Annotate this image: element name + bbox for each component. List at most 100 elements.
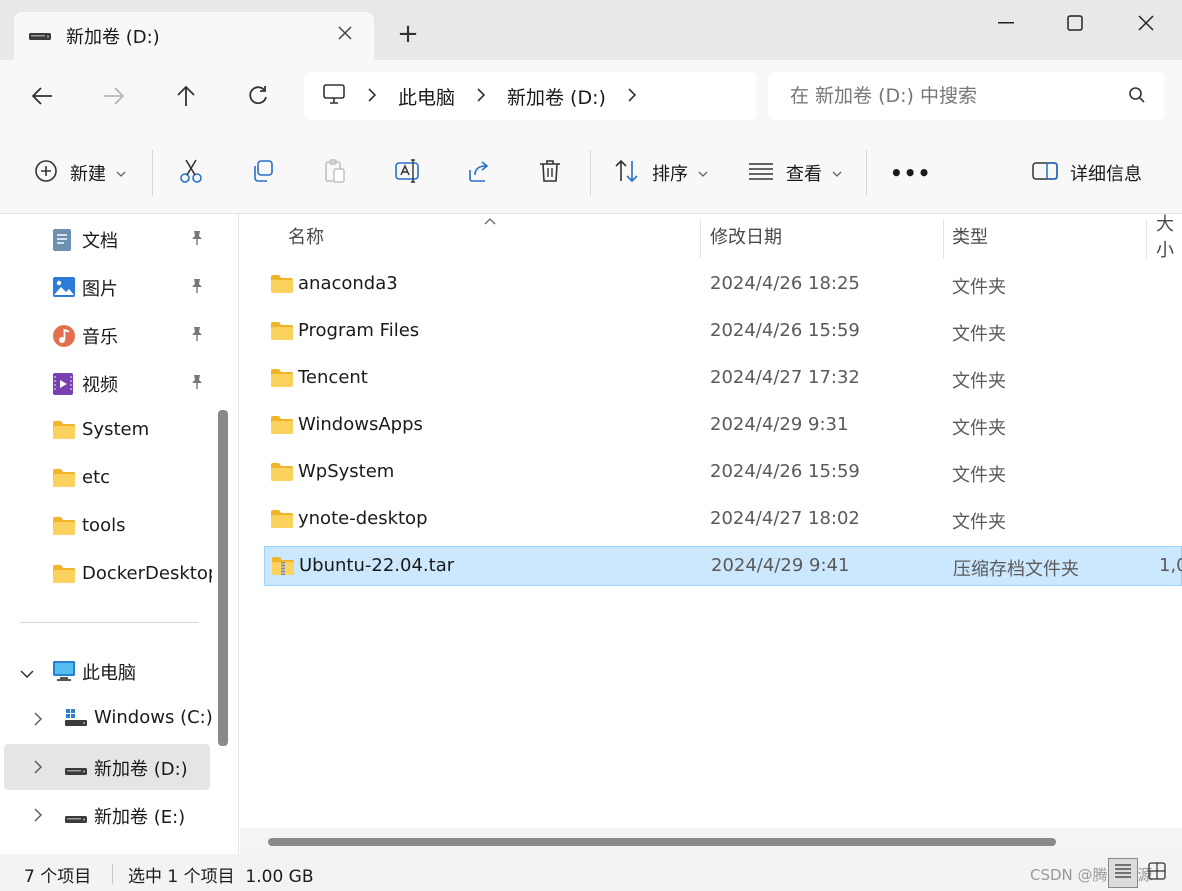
tab-new-volume-d[interactable]: 新加卷 (D:) bbox=[14, 12, 374, 60]
details-pane-button[interactable]: 详细信息 bbox=[1032, 152, 1142, 194]
paste-icon bbox=[322, 158, 348, 189]
column-header-type[interactable]: 类型 bbox=[952, 214, 988, 258]
search-icon[interactable] bbox=[1128, 86, 1146, 108]
sidebar-scrollbar[interactable] bbox=[218, 410, 228, 746]
sidebar-item-this-pc[interactable]: 此电脑 bbox=[0, 648, 216, 694]
file-row[interactable]: ynote-desktop 2024/4/27 18:02 文件夹 bbox=[264, 500, 1182, 540]
column-divider[interactable] bbox=[1146, 220, 1147, 258]
delete-button[interactable] bbox=[538, 152, 562, 194]
list-view-icon bbox=[748, 161, 774, 186]
toolbar-divider bbox=[866, 150, 867, 196]
file-type: 文件夹 bbox=[952, 465, 1006, 486]
drive-icon bbox=[64, 762, 88, 783]
close-window-button[interactable] bbox=[1126, 8, 1166, 38]
back-button[interactable] bbox=[22, 76, 62, 116]
forward-button[interactable] bbox=[94, 76, 134, 116]
sidebar-item-videos[interactable]: 视频 bbox=[0, 360, 216, 406]
sidebar-item-label: System bbox=[82, 419, 150, 440]
up-button[interactable] bbox=[166, 76, 206, 116]
sort-icon bbox=[614, 159, 640, 188]
minimize-button[interactable] bbox=[986, 8, 1026, 38]
sort-button[interactable]: 排序 bbox=[614, 152, 708, 194]
column-header-name[interactable]: 名称 bbox=[288, 214, 324, 258]
rename-icon bbox=[394, 158, 422, 189]
sidebar-item-drive-c[interactable]: Windows (C:) bbox=[0, 696, 216, 742]
chevron-down-icon bbox=[832, 167, 842, 180]
chevron-right-icon bbox=[368, 87, 377, 106]
sidebar-item-label: 新加卷 (E:) bbox=[94, 807, 186, 828]
sidebar-item-system[interactable]: System bbox=[0, 408, 216, 454]
folder-icon bbox=[270, 321, 294, 346]
column-divider[interactable] bbox=[700, 220, 701, 258]
file-type: 文件夹 bbox=[952, 371, 1006, 392]
search-box[interactable] bbox=[768, 72, 1164, 120]
file-row[interactable]: Program Files 2024/4/26 15:59 文件夹 bbox=[264, 312, 1182, 352]
sidebar-item-tools[interactable]: tools bbox=[0, 504, 216, 550]
details-view-button[interactable] bbox=[1108, 858, 1138, 888]
navigation-bar: 此电脑 新加卷 (D:) bbox=[0, 60, 1182, 132]
column-divider[interactable] bbox=[943, 220, 944, 258]
paste-button[interactable] bbox=[322, 152, 348, 194]
sidebar-item-drive-e[interactable]: 新加卷 (E:) bbox=[0, 792, 216, 838]
tiles-view-button[interactable] bbox=[1142, 858, 1172, 888]
sidebar-item-pictures[interactable]: 图片 bbox=[0, 264, 216, 310]
horizontal-scrollbar[interactable] bbox=[240, 828, 1182, 854]
status-bar: 7 个项目 选中 1 个项目 1.00 GB CSDN @腾云开源 bbox=[0, 854, 1182, 891]
file-row[interactable]: WindowsApps 2024/4/29 9:31 文件夹 bbox=[264, 406, 1182, 446]
chevron-right-icon[interactable] bbox=[628, 87, 637, 106]
file-date: 2024/4/29 9:31 bbox=[710, 414, 849, 435]
sidebar-item-label: 新加卷 (D:) bbox=[94, 759, 188, 780]
folder-icon bbox=[270, 462, 294, 487]
column-header-size[interactable]: 大小 bbox=[1156, 214, 1182, 261]
details-view-icon bbox=[1114, 863, 1132, 884]
sidebar-item-documents[interactable]: 文档 bbox=[0, 216, 216, 262]
share-button[interactable] bbox=[466, 152, 492, 194]
chevron-right-icon[interactable] bbox=[34, 710, 42, 731]
file-row-selected[interactable]: Ubuntu-22.04.tar 2024/4/29 9:41 压缩存档文件夹 … bbox=[264, 546, 1182, 586]
sidebar-item-drive-d[interactable]: 新加卷 (D:) bbox=[4, 744, 210, 790]
scissors-icon bbox=[178, 158, 204, 189]
copy-button[interactable] bbox=[250, 152, 276, 194]
pane-divider[interactable] bbox=[238, 214, 239, 854]
pin-icon bbox=[190, 278, 204, 299]
rename-button[interactable] bbox=[394, 152, 422, 194]
chevron-right-icon[interactable] bbox=[34, 806, 42, 827]
address-bar[interactable]: 此电脑 新加卷 (D:) bbox=[304, 72, 756, 120]
this-pc-icon bbox=[322, 83, 346, 110]
sort-ascending-icon bbox=[484, 214, 496, 228]
breadcrumb-this-pc[interactable]: 此电脑 bbox=[398, 83, 455, 110]
item-count: 7 个项目 bbox=[24, 867, 92, 887]
file-type: 文件夹 bbox=[952, 277, 1006, 298]
file-row[interactable]: Tencent 2024/4/27 17:32 文件夹 bbox=[264, 359, 1182, 399]
file-row[interactable]: WpSystem 2024/4/26 15:59 文件夹 bbox=[264, 453, 1182, 493]
file-date: 2024/4/29 9:41 bbox=[711, 555, 850, 576]
refresh-button[interactable] bbox=[238, 76, 278, 116]
search-input[interactable] bbox=[790, 85, 1110, 107]
chevron-down-icon[interactable] bbox=[20, 662, 34, 683]
drive-icon bbox=[28, 27, 52, 46]
breadcrumb-new-volume-d[interactable]: 新加卷 (D:) bbox=[507, 83, 606, 110]
sidebar-item-dockerdesktop[interactable]: DockerDesktop bbox=[0, 552, 216, 598]
column-header-date[interactable]: 修改日期 bbox=[710, 214, 782, 258]
new-button[interactable]: 新建 bbox=[34, 152, 126, 194]
toolbar-divider bbox=[590, 150, 591, 196]
chevron-right-icon[interactable] bbox=[34, 758, 42, 779]
close-tab-icon[interactable] bbox=[334, 24, 356, 46]
folder-icon bbox=[52, 564, 76, 586]
sidebar-item-etc[interactable]: etc bbox=[0, 456, 216, 502]
view-button[interactable]: 查看 bbox=[748, 152, 842, 194]
scrollbar-thumb[interactable] bbox=[268, 838, 1056, 846]
file-date: 2024/4/26 15:59 bbox=[710, 320, 860, 341]
new-tab-button[interactable]: + bbox=[396, 21, 420, 47]
sidebar-item-music[interactable]: 音乐 bbox=[0, 312, 216, 358]
file-type: 文件夹 bbox=[952, 418, 1006, 439]
selection-info: 选中 1 个项目 1.00 GB bbox=[128, 867, 314, 887]
chevron-down-icon bbox=[698, 167, 708, 180]
file-name: Tencent bbox=[298, 367, 368, 388]
cut-button[interactable] bbox=[178, 152, 204, 194]
toolbar-divider bbox=[152, 150, 153, 196]
music-icon bbox=[52, 324, 76, 347]
more-options-button[interactable]: ••• bbox=[890, 152, 931, 194]
file-row[interactable]: anaconda3 2024/4/26 18:25 文件夹 bbox=[264, 265, 1182, 305]
maximize-button[interactable] bbox=[1055, 8, 1095, 38]
